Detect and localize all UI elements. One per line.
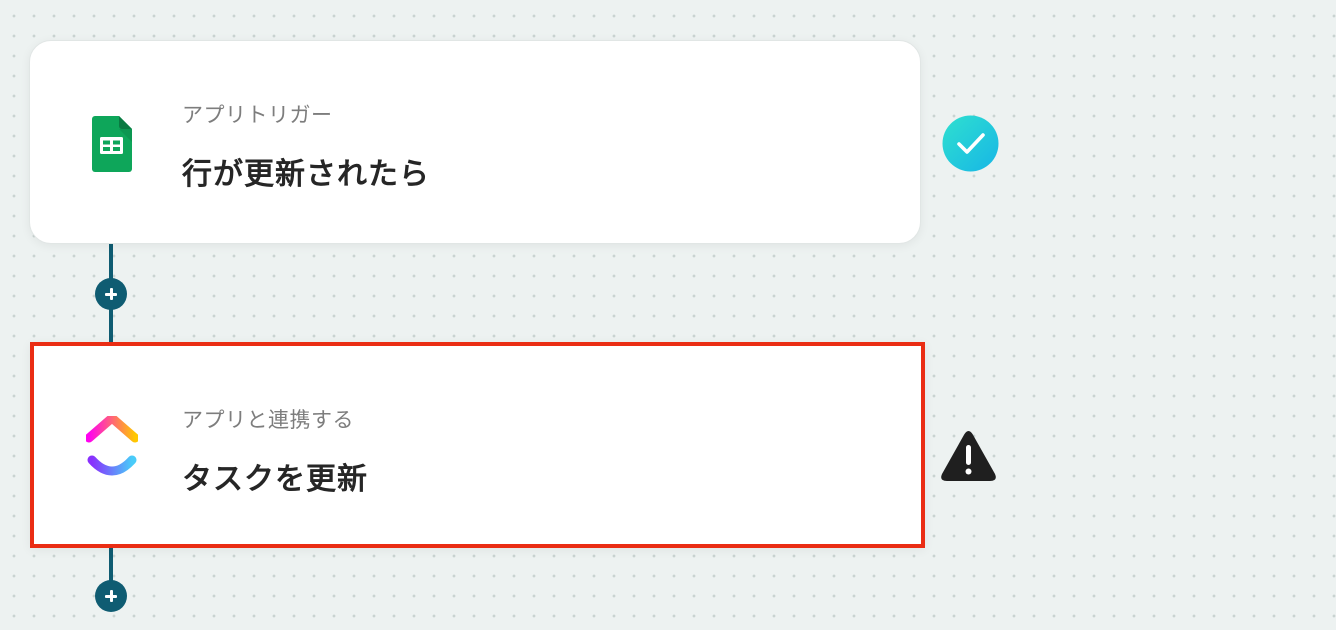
trigger-step-card[interactable]: アプリトリガー 行が更新されたら — [29, 40, 921, 244]
clickup-icon — [86, 416, 138, 476]
action-step-card[interactable]: アプリと連携する タスクを更新 — [30, 342, 925, 548]
step-type-label: アプリと連携する — [182, 408, 354, 432]
flow-connector-line — [109, 548, 113, 582]
check-circle-icon — [942, 115, 999, 172]
step-title: タスクを更新 — [182, 462, 368, 497]
google-sheets-icon — [92, 116, 132, 172]
step-type-label: アプリトリガー — [182, 103, 333, 127]
warning-icon — [941, 431, 996, 481]
step-title: 行が更新されたら — [182, 157, 430, 192]
add-step-button[interactable] — [95, 580, 127, 612]
add-step-button[interactable] — [95, 278, 127, 310]
